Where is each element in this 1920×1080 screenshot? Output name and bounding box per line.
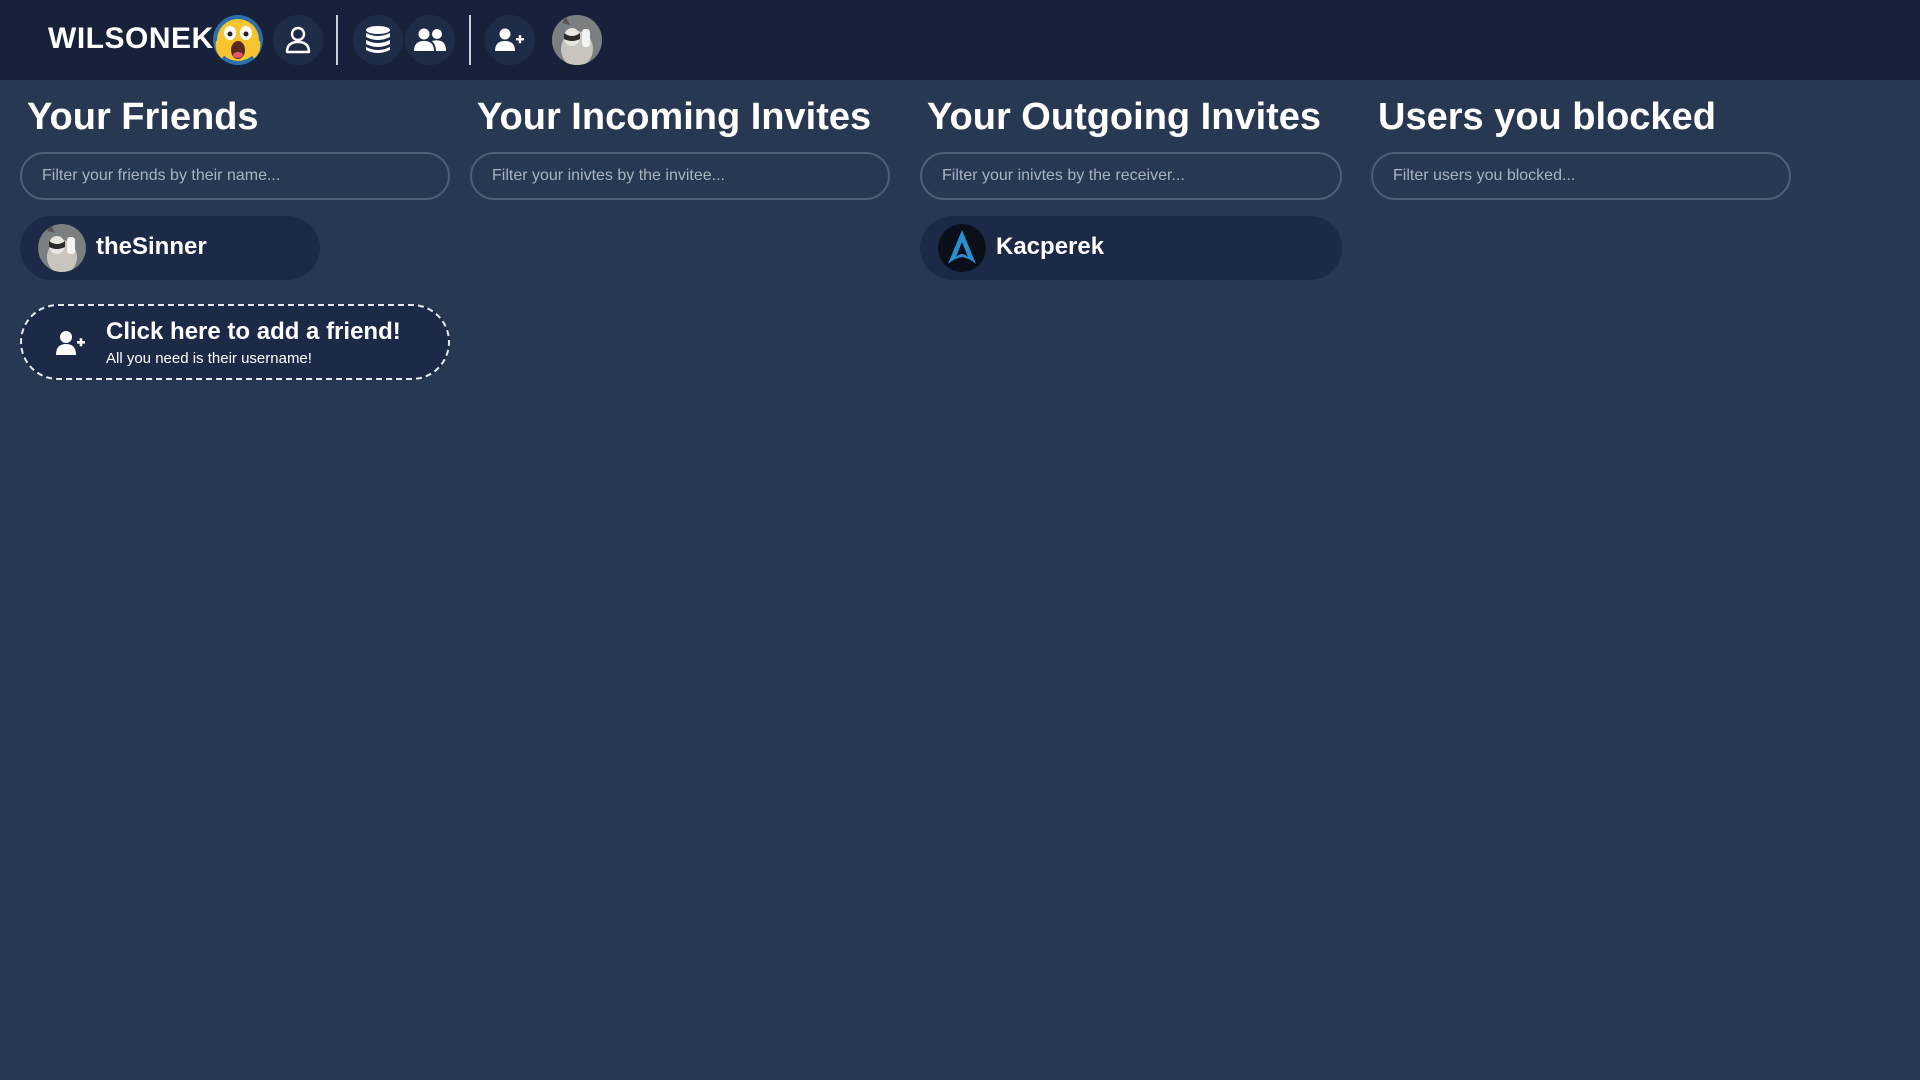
- friends-filter-input[interactable]: [20, 152, 450, 200]
- kacperek-avatar: [938, 224, 986, 272]
- nav-friends-button[interactable]: [405, 15, 455, 65]
- top-nav-bar: WILSONEK: [0, 0, 1920, 80]
- incoming-invites-title: Your Incoming Invites: [477, 96, 872, 138]
- add-friend-card[interactable]: Click here to add a friend! All you need…: [20, 304, 450, 380]
- add-friend-subtitle: All you need is their username!: [106, 350, 312, 367]
- friend-item[interactable]: theSinner: [20, 216, 320, 280]
- users-icon: [414, 28, 446, 51]
- blocked-filter-input[interactable]: [1371, 152, 1791, 200]
- user-outline-icon: [285, 26, 311, 54]
- nav-divider: [336, 15, 338, 65]
- outgoing-invite-name: Kacperek: [996, 233, 1105, 260]
- add-friend-title: Click here to add a friend!: [106, 318, 401, 345]
- friends-title: Your Friends: [27, 96, 259, 138]
- nav-add-friend-button[interactable]: [485, 15, 535, 65]
- raccoon-avatar-icon: [552, 15, 602, 65]
- brand-name[interactable]: WILSONEK: [48, 22, 214, 56]
- user-plus-icon: [495, 28, 524, 51]
- nav-profile-button[interactable]: [273, 15, 323, 65]
- nav-divider: [469, 15, 471, 65]
- screaming-face-icon: [213, 15, 263, 65]
- blocked-users-title: Users you blocked: [1378, 96, 1716, 138]
- thesinner-avatar: [38, 224, 86, 272]
- arch-logo-icon: [938, 224, 986, 272]
- friend-name: theSinner: [96, 233, 207, 260]
- database-icon: [366, 26, 390, 53]
- outgoing-invite-item[interactable]: Kacperek: [920, 216, 1342, 280]
- user-avatar[interactable]: [552, 15, 602, 65]
- user-plus-icon: [56, 331, 85, 355]
- outgoing-invites-title: Your Outgoing Invites: [927, 96, 1322, 138]
- incoming-filter-input[interactable]: [470, 152, 890, 200]
- outgoing-filter-input[interactable]: [920, 152, 1342, 200]
- nav-database-button[interactable]: [353, 15, 403, 65]
